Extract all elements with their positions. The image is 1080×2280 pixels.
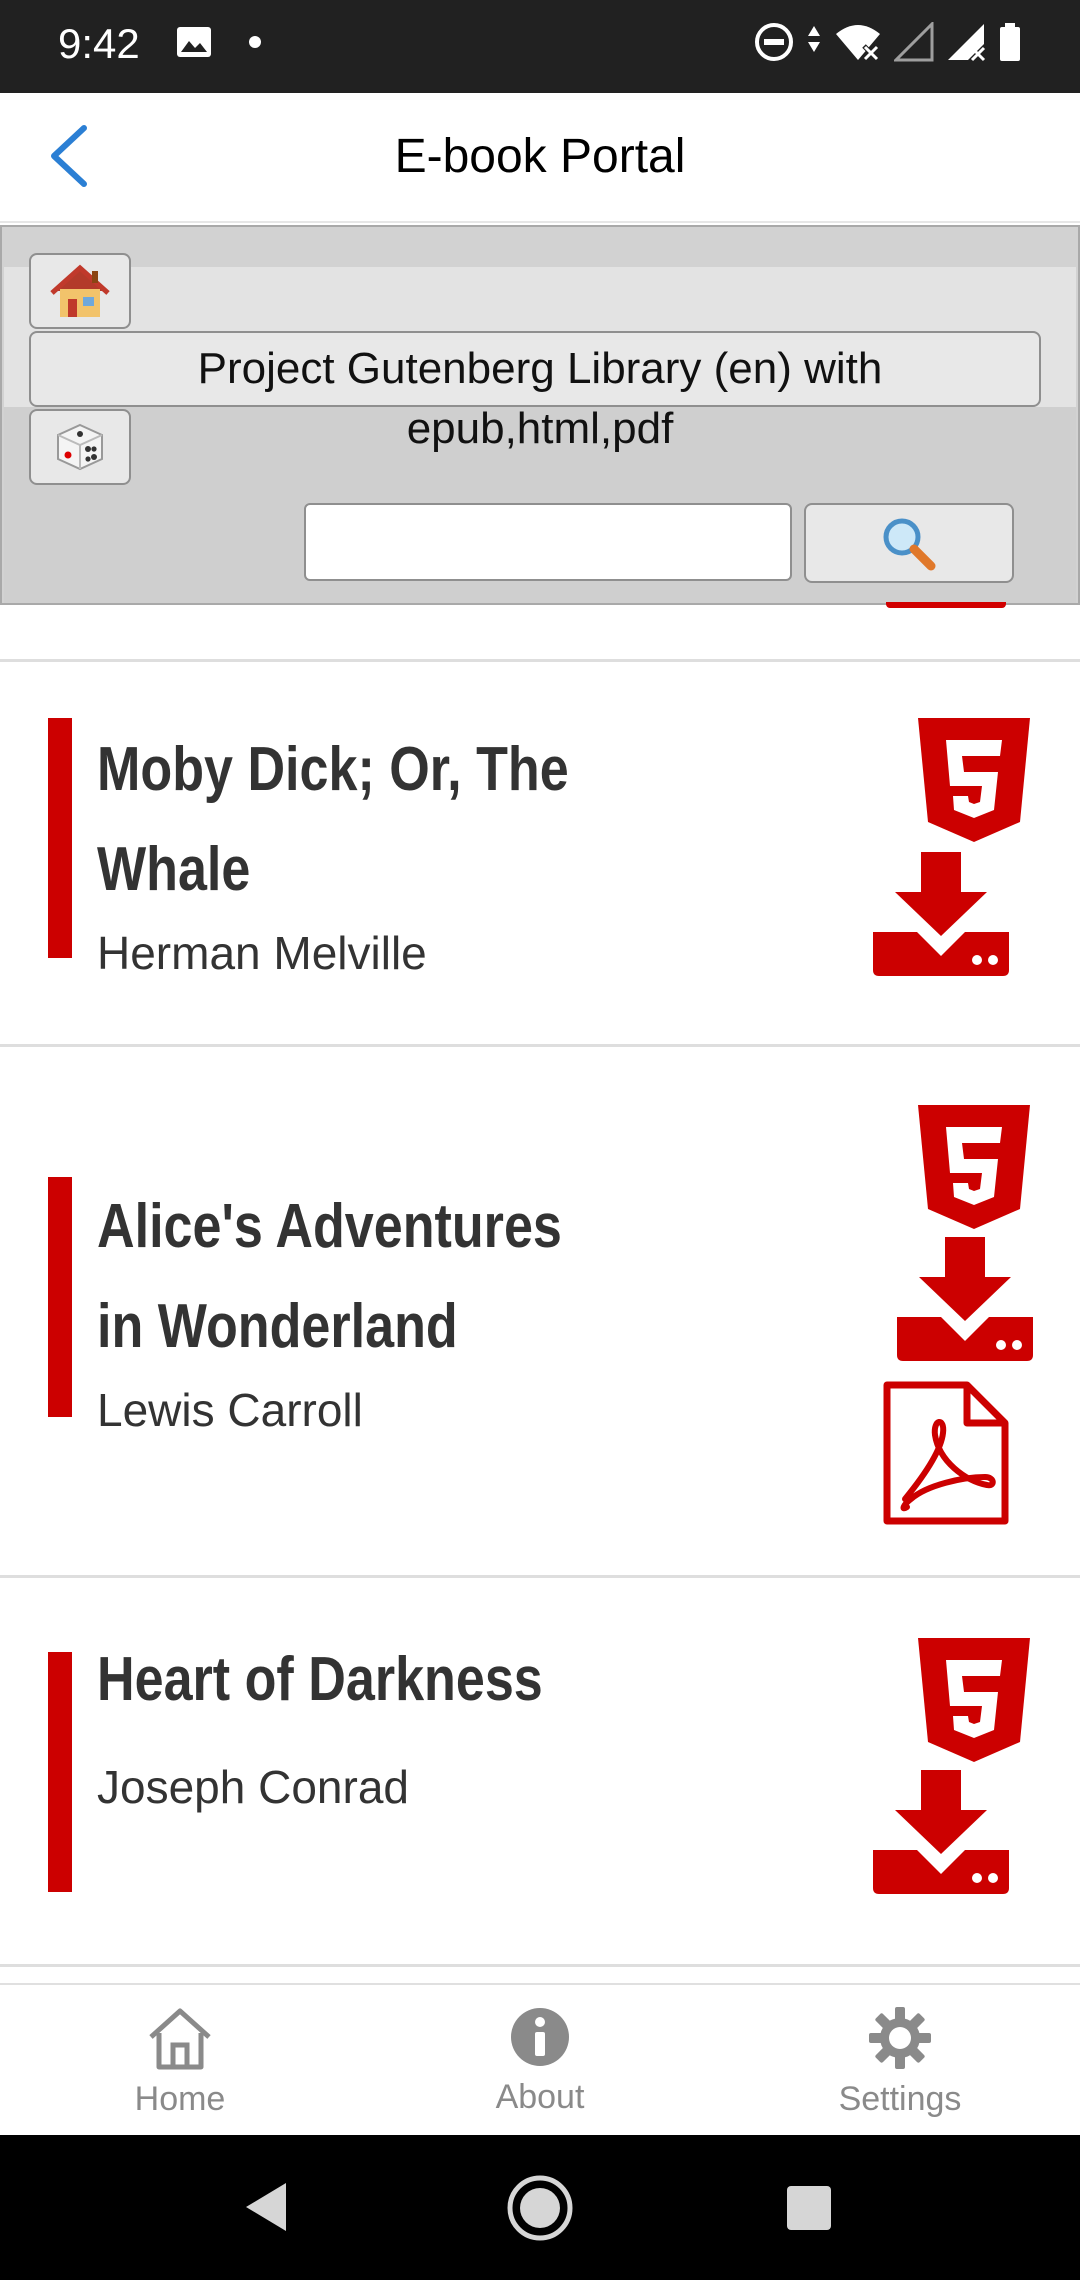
search-input[interactable] [304, 503, 792, 581]
system-home-icon[interactable] [505, 2173, 575, 2243]
random-book-button[interactable] [29, 409, 131, 485]
status-bar: 9:42 [0, 0, 1080, 93]
html5-icon[interactable] [916, 1636, 1032, 1764]
home-emoji-button[interactable] [29, 253, 131, 329]
status-time: 9:42 [58, 20, 140, 67]
magnifier-icon [883, 518, 936, 571]
download-icon[interactable] [873, 1770, 1009, 1894]
app-header: E-book Portal [0, 93, 1080, 223]
book-item[interactable]: Heart of Darkness Joseph Conrad [0, 1578, 1080, 1966]
book-item[interactable]: Moby Dick; Or, The Whale Herman Melville [0, 662, 1080, 1044]
nav-about[interactable]: About [440, 2005, 640, 2117]
dice-icon [57, 423, 103, 471]
signal-x-icon [946, 22, 986, 67]
html5-icon[interactable] [916, 1103, 1032, 1231]
page-title: E-book Portal [394, 130, 686, 183]
book-accent-bar [48, 718, 72, 958]
library-label: Project Gutenberg Library (en) with epub… [197, 344, 883, 453]
nav-settings[interactable]: Settings [800, 2005, 1000, 2119]
house-emoji-icon [50, 264, 110, 317]
gear-icon [869, 2007, 931, 2069]
book-accent-bar [48, 1652, 72, 1892]
nav-home-label: Home [134, 2080, 226, 2118]
book-author: Herman Melville [97, 927, 427, 979]
data-arrows-icon [806, 22, 822, 67]
book-title: Moby Dick; Or, The Whale [97, 735, 569, 904]
portal-panel: Project Gutenberg Library (en) with epub… [0, 225, 1080, 605]
system-nav-bar [0, 2135, 1080, 2280]
book-title: Heart of Darkness [97, 1645, 543, 1714]
system-back-icon[interactable] [244, 2181, 288, 2233]
book-author: Joseph Conrad [97, 1761, 409, 1813]
battery-icon [998, 22, 1022, 67]
list-divider [0, 1964, 1080, 1967]
system-recents-icon[interactable] [786, 2185, 832, 2231]
book-accent-bar [48, 1177, 72, 1417]
download-icon[interactable] [873, 852, 1009, 976]
bottom-nav: Home About Settings [0, 1983, 1080, 2135]
home-icon [149, 2008, 211, 2070]
nav-home[interactable]: Home [80, 2005, 280, 2119]
info-icon [511, 2008, 569, 2066]
html5-icon[interactable] [916, 716, 1032, 844]
book-title: Alice's Adventures in Wonderland [97, 1192, 562, 1361]
search-button[interactable] [804, 503, 1014, 583]
previous-item-peek [886, 602, 1006, 608]
dot-icon [248, 35, 262, 54]
do-not-disturb-icon [754, 22, 794, 67]
nav-about-label: About [495, 2078, 585, 2116]
download-icon[interactable] [897, 1237, 1033, 1361]
wifi-off-icon [834, 22, 882, 67]
nav-settings-label: Settings [838, 2080, 962, 2118]
book-author: Lewis Carroll [97, 1384, 363, 1436]
pdf-icon[interactable] [883, 1381, 1009, 1525]
image-icon [176, 26, 212, 63]
signal-empty-icon [892, 20, 934, 67]
book-item[interactable]: Alice's Adventures in Wonderland Lewis C… [0, 1047, 1080, 1575]
